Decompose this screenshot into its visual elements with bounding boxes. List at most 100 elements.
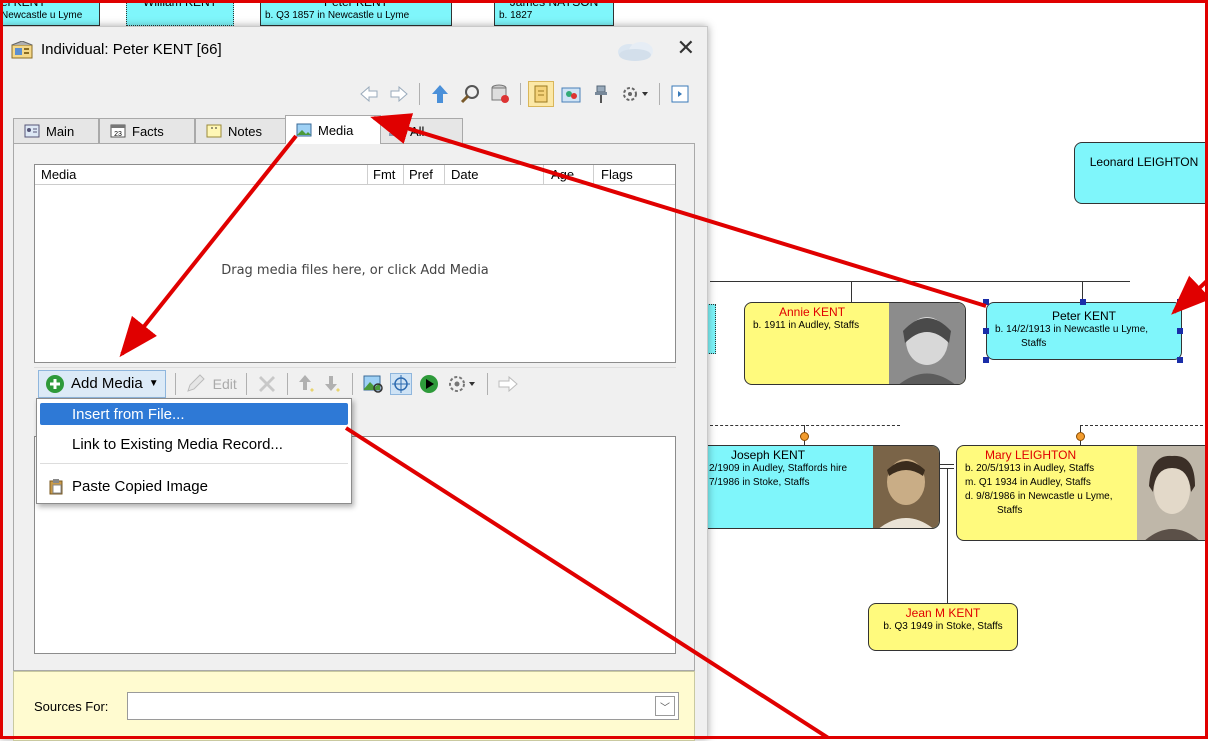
plus-circle-icon: [46, 374, 64, 393]
view-image-icon[interactable]: [362, 373, 384, 395]
column-separator: [403, 165, 404, 184]
menu-item-label: Paste Copied Image: [72, 477, 208, 495]
sources-panel: Sources For: ﹀: [13, 671, 695, 741]
column-header-media[interactable]: Media: [41, 167, 76, 182]
media-grid-header: Media Fmt Pref Date Age Flags: [35, 165, 675, 185]
column-header-age[interactable]: Age: [551, 167, 574, 182]
tab-media[interactable]: Media: [285, 115, 381, 144]
tab-label: Media: [318, 122, 354, 138]
sources-combobox[interactable]: ﹀: [127, 692, 679, 720]
media-grid[interactable]: Media Fmt Pref Date Age Flags Drag media…: [34, 164, 676, 363]
note-icon: [206, 124, 222, 138]
chart-box-detail: b. 14/2/1913 in Newcastle u Lyme,: [995, 324, 1149, 335]
delete-x-icon[interactable]: [256, 373, 278, 395]
add-media-menu: Insert from File... Link to Existing Med…: [36, 398, 352, 504]
cloud-icon[interactable]: [615, 39, 655, 61]
toolbar-separator: [245, 372, 247, 395]
pin-icon[interactable]: [588, 81, 614, 107]
database-icon[interactable]: [487, 81, 513, 107]
add-media-label: Add Media: [71, 375, 143, 392]
move-down-icon[interactable]: [323, 373, 343, 395]
chart-box-annie-kent[interactable]: Annie KENT b. 1911 in Audley, Staffs: [744, 302, 966, 385]
target-button[interactable]: [389, 372, 412, 395]
close-button[interactable]: ✕: [677, 37, 695, 59]
menu-item-insert-from-file[interactable]: Insert from File...: [40, 403, 348, 425]
chart-box-jean-m-kent[interactable]: Jean M KENT b. Q3 1949 in Stoke, Staffs: [868, 603, 1018, 651]
chart-box-name: Jean M KENT: [905, 606, 981, 620]
scroll-icon[interactable]: [528, 81, 554, 107]
relationship-dashed-line: [1080, 425, 1208, 426]
column-header-pref[interactable]: Pref: [409, 167, 433, 182]
toolbar-separator: [174, 372, 176, 395]
chart-box-peter-kent[interactable]: Peter KENT b. 14/2/1913 in Newcastle u L…: [986, 302, 1182, 360]
selection-handle[interactable]: [983, 328, 989, 334]
play-icon[interactable]: [418, 373, 440, 395]
menu-item-label: Link to Existing Media Record...: [72, 435, 283, 453]
selection-handle[interactable]: [983, 299, 989, 305]
toolbar-separator: [659, 83, 660, 105]
connector-knob: [1076, 432, 1085, 441]
individual-dialog: Individual: Peter KENT [66] ✕ Main 23 Fa…: [0, 26, 708, 741]
empty-grid-hint: Drag media files here, or click Add Medi…: [221, 263, 489, 278]
chart-box-joseph-kent[interactable]: Joseph KENT 2/1909 in Audley, Staffords …: [696, 445, 940, 529]
chart-box-top-1[interactable]: el KENT Newcastle u Lyme: [0, 0, 100, 26]
back-arrow-icon[interactable]: [356, 81, 382, 107]
chart-box-top-4[interactable]: James NAYSON b. 1827: [494, 0, 614, 26]
tab-label: Main: [46, 123, 75, 139]
selection-handle[interactable]: [1080, 299, 1086, 305]
toolbar-separator: [520, 83, 521, 105]
column-separator: [367, 165, 368, 184]
tab-main[interactable]: Main: [13, 118, 99, 143]
chart-box-detail: b. Q3 1857 in Newcastle u Lyme: [265, 10, 410, 21]
dialog-title-bar[interactable]: Individual: Peter KENT [66] ✕: [1, 27, 707, 73]
relationship-dashed-line: [710, 425, 900, 426]
toolbar-separator: [351, 372, 353, 395]
chart-box-name: el KENT: [1, 0, 46, 9]
people-icon[interactable]: [558, 81, 584, 107]
media-toolbar: Add Media ▼ Edit: [34, 367, 676, 399]
menu-item-label: Insert from File...: [72, 405, 185, 423]
up-arrow-icon[interactable]: [427, 81, 453, 107]
selection-handle[interactable]: [983, 357, 989, 363]
tab-facts[interactable]: 23 Facts: [99, 118, 195, 143]
selection-handle[interactable]: [1177, 328, 1183, 334]
chart-box-top-2[interactable]: William KENT: [126, 0, 234, 26]
chart-box-detail: b. Q3 1949 in Stoke, Staffs: [883, 621, 1003, 632]
chart-box-name: Peter KENT: [1051, 309, 1117, 323]
menu-separator: [40, 463, 348, 464]
tab-all[interactable]: All: [377, 118, 463, 143]
clipboard-icon: [49, 479, 63, 495]
magnifier-icon[interactable]: [457, 81, 483, 107]
tab-notes[interactable]: Notes: [195, 118, 291, 143]
gear-dropdown-icon[interactable]: [618, 81, 652, 107]
tab-label: All: [410, 123, 425, 139]
forward-arrow-icon[interactable]: [386, 81, 412, 107]
gear-dropdown-icon[interactable]: [446, 373, 478, 395]
tab-label: Notes: [228, 123, 262, 139]
app-icon: [11, 41, 33, 59]
forward-arrow-icon[interactable]: [497, 374, 519, 394]
connector-line: [947, 468, 948, 604]
portrait-photo: [873, 446, 939, 528]
chart-box-name: William KENT: [143, 0, 217, 9]
chevron-down-icon[interactable]: ﹀: [655, 696, 675, 716]
add-media-button[interactable]: Add Media ▼: [38, 369, 166, 398]
chart-box-leonard-leighton[interactable]: Leonard LEIGHTON: [1074, 142, 1208, 204]
panel-toggle-icon[interactable]: [667, 81, 693, 107]
chart-box-top-3[interactable]: Peter KENT b. Q3 1857 in Newcastle u Lym…: [260, 0, 452, 26]
dialog-toolbar: [356, 79, 693, 109]
portrait-photo: [1137, 446, 1207, 540]
connector-knob: [800, 432, 809, 441]
move-up-icon[interactable]: [297, 373, 317, 395]
selection-handle[interactable]: [1177, 299, 1183, 305]
column-header-flags[interactable]: Flags: [601, 167, 633, 182]
connector-line: [851, 281, 852, 303]
selection-handle[interactable]: [1177, 357, 1183, 363]
menu-item-link-existing-media[interactable]: Link to Existing Media Record...: [40, 433, 348, 455]
chart-box-name: Peter KENT: [323, 0, 389, 9]
menu-item-paste-copied-image[interactable]: Paste Copied Image: [40, 475, 348, 497]
column-header-fmt[interactable]: Fmt: [373, 167, 395, 182]
chart-box-mary-leighton[interactable]: Mary LEIGHTON b. 20/5/1913 in Audley, St…: [956, 445, 1208, 541]
edit-button[interactable]: Edit: [213, 376, 237, 392]
column-header-date[interactable]: Date: [451, 167, 478, 182]
